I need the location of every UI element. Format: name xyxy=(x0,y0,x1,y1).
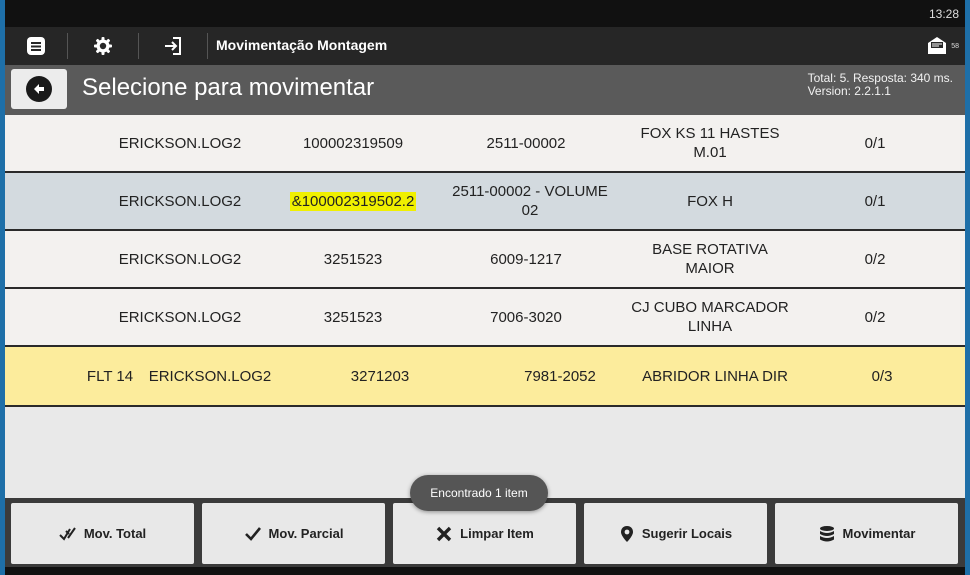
user-cell: ERICKSON.LOG2 xyxy=(118,192,242,210)
mov-parcial-label: Mov. Parcial xyxy=(268,526,344,541)
location-cell: FLT 14 xyxy=(86,367,134,385)
qty-cell: 0/2 xyxy=(864,250,886,268)
page-header: Selecione para movimentar Total: 5. Resp… xyxy=(5,65,965,115)
desc-line: M.01 xyxy=(693,144,727,161)
close-icon xyxy=(436,526,452,541)
qty-cell: 0/2 xyxy=(864,308,886,326)
page-title: Selecione para movimentar xyxy=(82,74,375,101)
user-cell: ERICKSON.LOG2 xyxy=(148,367,272,385)
desc-line: FOX KS 11 HASTES xyxy=(640,125,780,142)
list-item[interactable]: ERICKSON.LOG2 100002319509 2511-00002 FO… xyxy=(5,115,965,173)
part-line: 2511-00002 - VOLUME xyxy=(452,183,608,200)
app-bar-divider xyxy=(207,33,208,59)
response-info: Total: 5. Resposta: 340 ms. Version: 2.2… xyxy=(808,72,953,98)
app-bar: Movimentação Montagem 58 xyxy=(5,27,965,65)
user-cell: ERICKSON.LOG2 xyxy=(118,134,242,152)
desc-cell: FOX H xyxy=(687,192,733,210)
login-button[interactable] xyxy=(139,27,207,65)
version-text: Version: 2.2.1.1 xyxy=(807,84,891,98)
list-icon xyxy=(27,37,45,55)
movimentar-button[interactable]: Movimentar xyxy=(775,503,958,564)
desc-line: CJ CUBO MARCADOR xyxy=(631,299,789,316)
mov-total-button[interactable]: Mov. Total xyxy=(11,503,194,564)
user-cell: ERICKSON.LOG2 xyxy=(118,308,242,326)
part-cell: 2511-00002 xyxy=(486,134,566,152)
sugerir-locais-button[interactable]: Sugerir Locais xyxy=(584,503,767,564)
back-button[interactable] xyxy=(11,69,67,109)
list-item[interactable]: ERICKSON.LOG2 3251523 7006-3020 CJ CUBO … xyxy=(5,289,965,347)
desc-cell: BASE ROTATIVA MAIOR xyxy=(615,231,805,287)
code-cell: &100002319502.2 xyxy=(273,173,433,229)
system-nav-bar xyxy=(5,567,965,575)
gear-icon xyxy=(94,37,112,55)
menu-button[interactable] xyxy=(5,27,67,65)
item-list: ERICKSON.LOG2 100002319509 2511-00002 FO… xyxy=(5,115,965,407)
location-pin-icon xyxy=(620,525,633,542)
list-item-selected[interactable]: ERICKSON.LOG2 &100002319502.2 2511-00002… xyxy=(5,173,965,231)
part-cell: 2511-00002 - VOLUME 02 xyxy=(441,173,619,229)
desc-cell: FOX KS 11 HASTES M.01 xyxy=(615,115,805,171)
message-icon xyxy=(928,37,947,54)
code-cell: 3251523 xyxy=(323,308,383,326)
login-icon xyxy=(165,37,181,55)
toast-message: Encontrado 1 item xyxy=(410,475,548,511)
code-cell: 100002319509 xyxy=(302,134,404,152)
code-cell: 3251523 xyxy=(323,250,383,268)
double-check-icon xyxy=(59,526,76,541)
part-cell: 7981-2052 xyxy=(524,367,596,385)
desc-cell: ABRIDOR LINHA DIR xyxy=(642,367,788,385)
desc-line: BASE ROTATIVA xyxy=(652,241,768,258)
app-window: 13:28 Movimentação Montagem 58 Selecione… xyxy=(5,0,965,575)
part-cell: 6009-1217 xyxy=(490,250,562,268)
desc-line: MAIOR xyxy=(685,260,735,277)
messages-button[interactable]: 58 xyxy=(926,27,959,65)
mov-total-label: Mov. Total xyxy=(83,526,147,541)
user-cell: ERICKSON.LOG2 xyxy=(118,250,242,268)
qty-cell: 0/1 xyxy=(864,134,886,152)
status-clock: 13:28 xyxy=(928,7,959,21)
mov-parcial-button[interactable]: Mov. Parcial xyxy=(202,503,385,564)
limpar-item-label: Limpar Item xyxy=(460,526,534,541)
database-icon xyxy=(819,525,834,541)
desc-line: LINHA xyxy=(687,318,733,335)
movimentar-label: Movimentar xyxy=(842,526,916,541)
qty-cell: 0/1 xyxy=(864,192,886,210)
back-arrow-icon xyxy=(26,76,52,102)
settings-button[interactable] xyxy=(68,27,138,65)
code-cell: 3271203 xyxy=(350,367,410,385)
qty-cell: 0/3 xyxy=(871,367,893,385)
check-icon xyxy=(244,526,261,541)
part-cell: 7006-3020 xyxy=(490,308,562,326)
limpar-item-button[interactable]: Limpar Item xyxy=(393,503,576,564)
sugerir-locais-label: Sugerir Locais xyxy=(641,526,733,541)
part-line: 02 xyxy=(521,202,539,219)
status-bar: 13:28 xyxy=(5,0,965,27)
list-item[interactable]: ERICKSON.LOG2 3251523 6009-1217 BASE ROT… xyxy=(5,231,965,289)
list-item-found[interactable]: FLT 14 ERICKSON.LOG2 3271203 7981-2052 A… xyxy=(5,347,965,407)
app-title: Movimentação Montagem xyxy=(216,37,388,53)
code-highlight: &100002319502.2 xyxy=(289,191,417,211)
message-count: 58 xyxy=(951,42,959,50)
desc-cell: CJ CUBO MARCADOR LINHA xyxy=(615,289,805,345)
